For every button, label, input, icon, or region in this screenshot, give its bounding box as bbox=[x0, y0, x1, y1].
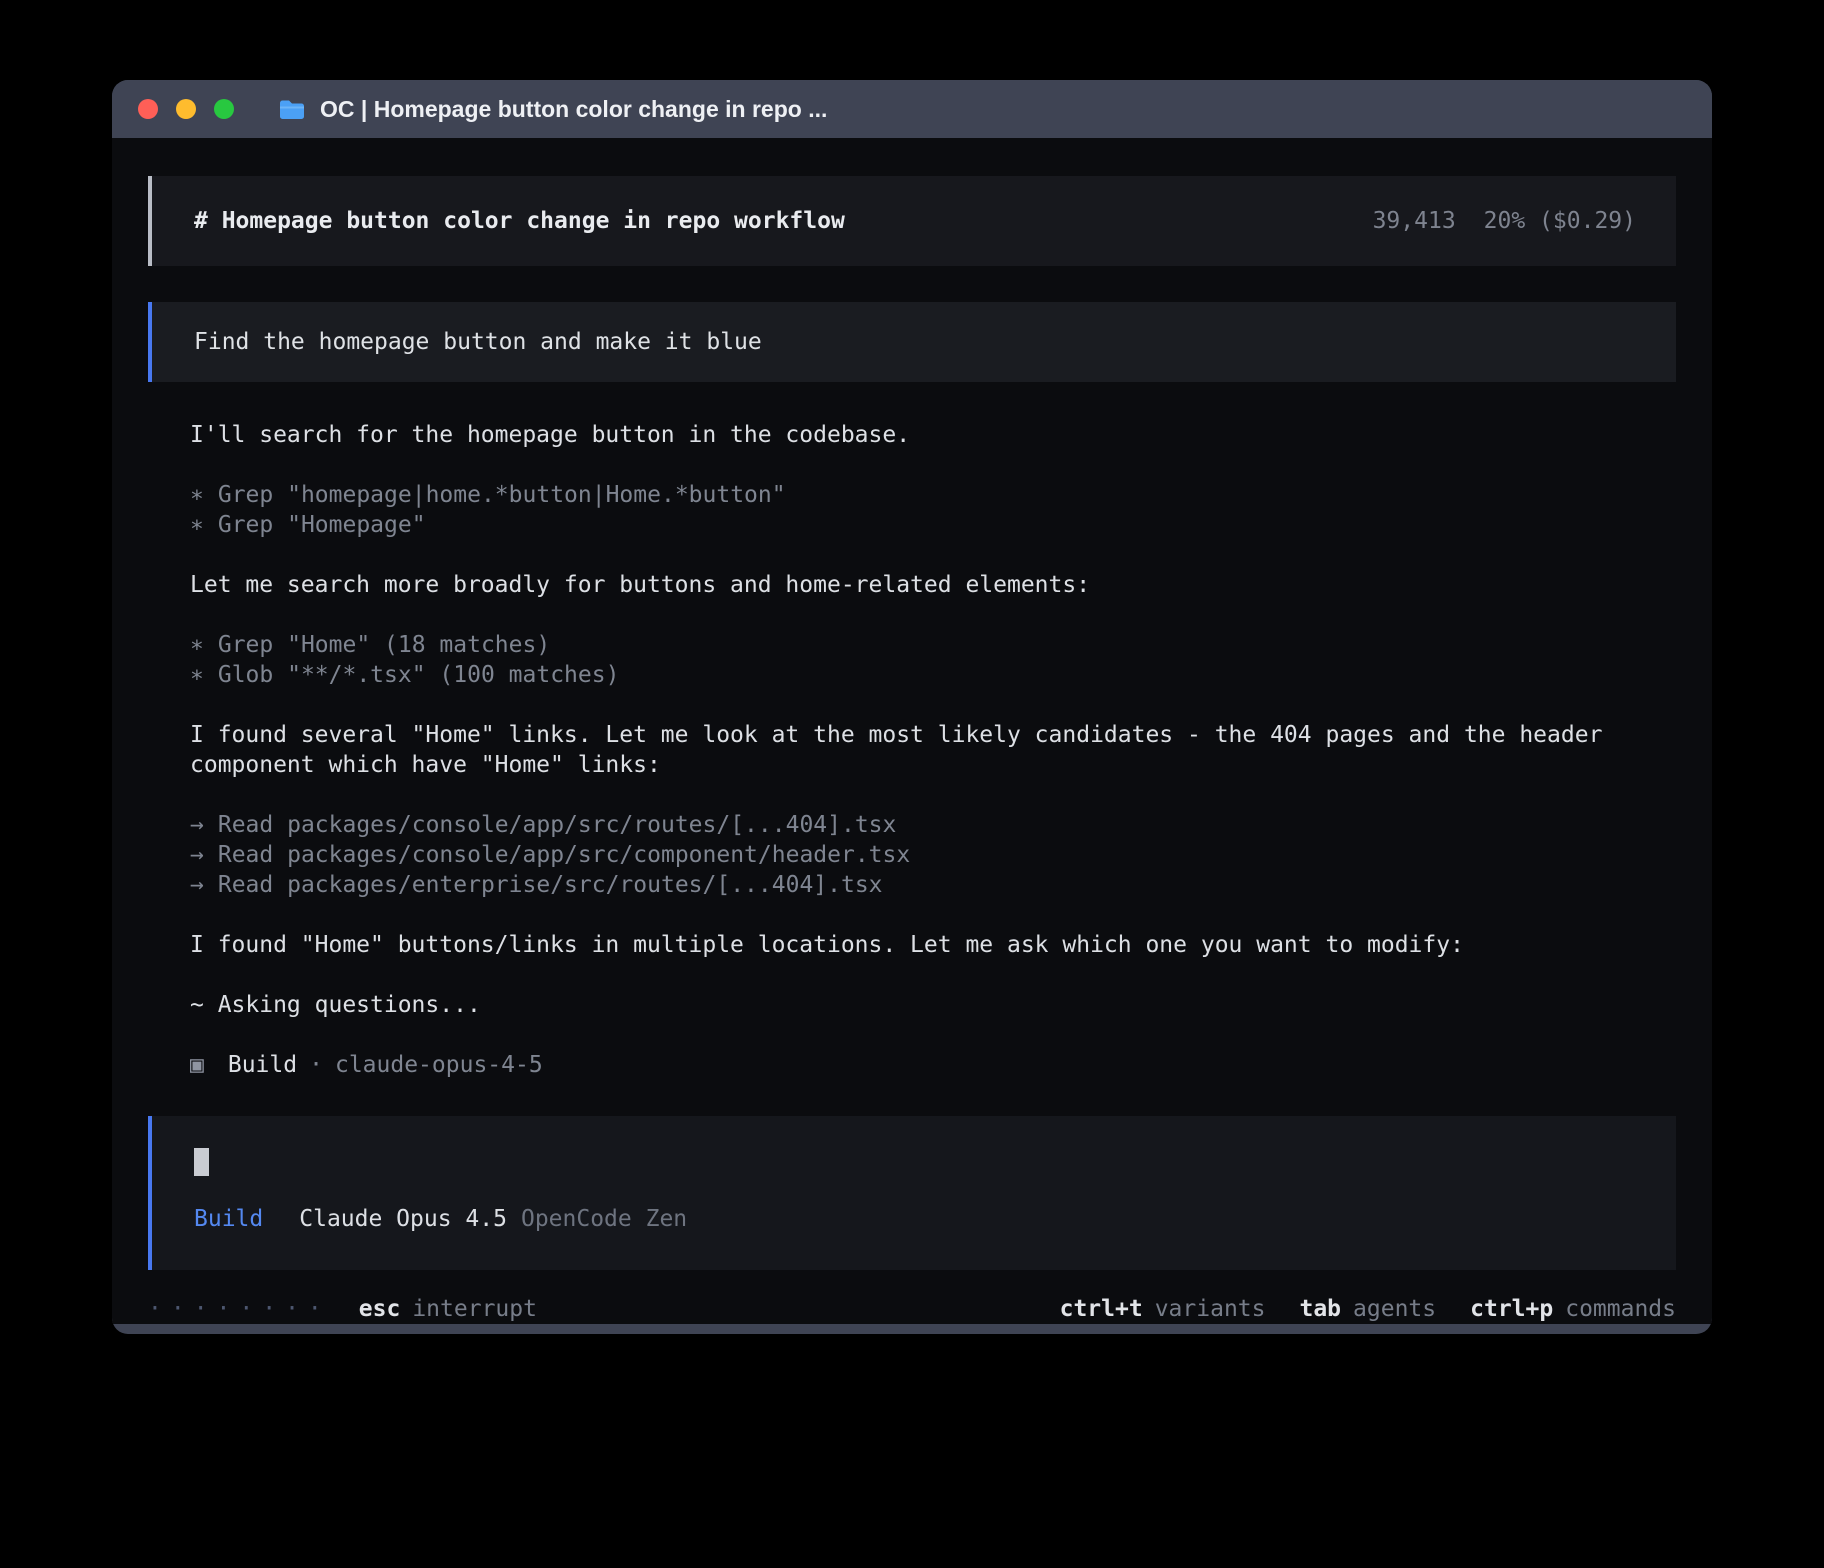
arrow-right-icon: → bbox=[190, 840, 204, 870]
ctrl-p-key: ctrl+p bbox=[1470, 1294, 1553, 1324]
text-cursor bbox=[194, 1148, 209, 1176]
tool-text: Read packages/console/app/src/component/… bbox=[218, 842, 910, 868]
assistant-paragraph: I found "Home" buttons/links in multiple… bbox=[190, 930, 1634, 960]
esc-key: esc bbox=[359, 1294, 401, 1324]
tool-line: → Read packages/console/app/src/routes/[.… bbox=[190, 810, 1634, 840]
assistant-paragraph: Let me search more broadly for buttons a… bbox=[190, 570, 1634, 600]
arrow-right-icon: → bbox=[190, 870, 204, 900]
assistant-transcript: I'll search for the homepage button in t… bbox=[148, 420, 1676, 1080]
tool-text: Read packages/enterprise/src/routes/[...… bbox=[218, 872, 883, 898]
token-count: 39,413 bbox=[1373, 206, 1456, 236]
agent-model: claude-opus-4-5 bbox=[335, 1052, 543, 1078]
provider-name: OpenCode Zen bbox=[521, 1206, 687, 1232]
asterisk-icon: ∗ bbox=[190, 480, 204, 510]
status-bar-left: ········ esc interrupt bbox=[148, 1294, 537, 1324]
tool-call-group: ∗ Grep "homepage|home.*button|Home.*butto… bbox=[190, 480, 1634, 540]
tool-text: Grep "Homepage" bbox=[218, 512, 426, 538]
session-title: # Homepage button color change in repo w… bbox=[194, 206, 845, 236]
agent-mode-icon: ▣ bbox=[190, 1052, 204, 1078]
tool-call-group: → Read packages/console/app/src/routes/[.… bbox=[190, 810, 1634, 900]
tool-text: Glob "**/*.tsx" (100 matches) bbox=[218, 662, 620, 688]
session-stats: 39,413 20% ($0.29) bbox=[1373, 206, 1636, 236]
esc-label: interrupt bbox=[412, 1294, 537, 1324]
shortcut-commands: ctrl+p commands bbox=[1470, 1294, 1676, 1324]
assistant-paragraph: I'll search for the homepage button in t… bbox=[190, 420, 1634, 450]
tool-text: Grep "Home" (18 matches) bbox=[218, 632, 550, 658]
asterisk-icon: ∗ bbox=[190, 510, 204, 540]
terminal-window: OC | Homepage button color change in rep… bbox=[112, 80, 1712, 1334]
tool-line: ∗ Grep "homepage|home.*button|Home.*butto… bbox=[190, 480, 1634, 510]
asterisk-icon: ∗ bbox=[190, 660, 204, 690]
tool-line: ∗ Glob "**/*.tsx" (100 matches) bbox=[190, 660, 1634, 690]
separator-dot: · bbox=[309, 1052, 323, 1078]
session-header: # Homepage button color change in repo w… bbox=[148, 176, 1676, 266]
tool-line: ∗ Grep "Homepage" bbox=[190, 510, 1634, 540]
zoom-button[interactable] bbox=[214, 99, 234, 119]
user-message-text: Find the homepage button and make it blu… bbox=[194, 327, 762, 357]
assistant-status-text: ~ Asking questions... bbox=[190, 990, 1634, 1020]
spinner-dots: ········ bbox=[148, 1294, 331, 1324]
model-name[interactable]: Claude Opus 4.5 bbox=[299, 1206, 507, 1232]
arrow-right-icon: → bbox=[190, 810, 204, 840]
variants-label: variants bbox=[1155, 1294, 1266, 1324]
tool-line: → Read packages/console/app/src/component… bbox=[190, 840, 1634, 870]
assistant-paragraph: I found several "Home" links. Let me loo… bbox=[190, 720, 1634, 780]
titlebar: OC | Homepage button color change in rep… bbox=[112, 80, 1712, 138]
tool-text: Grep "homepage|home.*button|Home.*button… bbox=[218, 482, 786, 508]
shortcut-variants: ctrl+t variants bbox=[1060, 1294, 1266, 1324]
input-area[interactable]: Build Claude Opus 4.5 OpenCode Zen bbox=[148, 1116, 1676, 1270]
close-button[interactable] bbox=[138, 99, 158, 119]
shortcut-agents: tab agents bbox=[1299, 1294, 1436, 1324]
tab-key: tab bbox=[1299, 1294, 1341, 1324]
folder-icon bbox=[278, 98, 306, 121]
asterisk-icon: ∗ bbox=[190, 630, 204, 660]
window-title: OC | Homepage button color change in rep… bbox=[320, 96, 827, 123]
terminal-content[interactable]: # Homepage button color change in repo w… bbox=[112, 138, 1712, 1324]
tool-line: ∗ Grep "Home" (18 matches) bbox=[190, 630, 1634, 660]
usage-stats: 20% ($0.29) bbox=[1484, 206, 1636, 236]
user-message: Find the homepage button and make it blu… bbox=[148, 302, 1676, 382]
agent-status: ▣ Build · claude-opus-4-5 bbox=[190, 1050, 1634, 1080]
agent-name: Build bbox=[228, 1052, 297, 1078]
commands-label: commands bbox=[1565, 1294, 1676, 1324]
status-bar: ········ esc interrupt ctrl+t variants t… bbox=[148, 1288, 1676, 1324]
ctrl-t-key: ctrl+t bbox=[1060, 1294, 1143, 1324]
agents-label: agents bbox=[1353, 1294, 1436, 1324]
tool-call-group: ∗ Grep "Home" (18 matches) ∗ Glob "**/*.ts… bbox=[190, 630, 1634, 690]
status-bar-right: ctrl+t variants tab agents ctrl+p comman… bbox=[1060, 1294, 1676, 1324]
tool-line: → Read packages/enterprise/src/routes/[..… bbox=[190, 870, 1634, 900]
tool-text: Read packages/console/app/src/routes/[..… bbox=[218, 812, 897, 838]
minimize-button[interactable] bbox=[176, 99, 196, 119]
input-meta: Build Claude Opus 4.5 OpenCode Zen bbox=[194, 1204, 1634, 1234]
traffic-lights bbox=[138, 99, 234, 119]
mode-badge[interactable]: Build bbox=[194, 1206, 263, 1232]
